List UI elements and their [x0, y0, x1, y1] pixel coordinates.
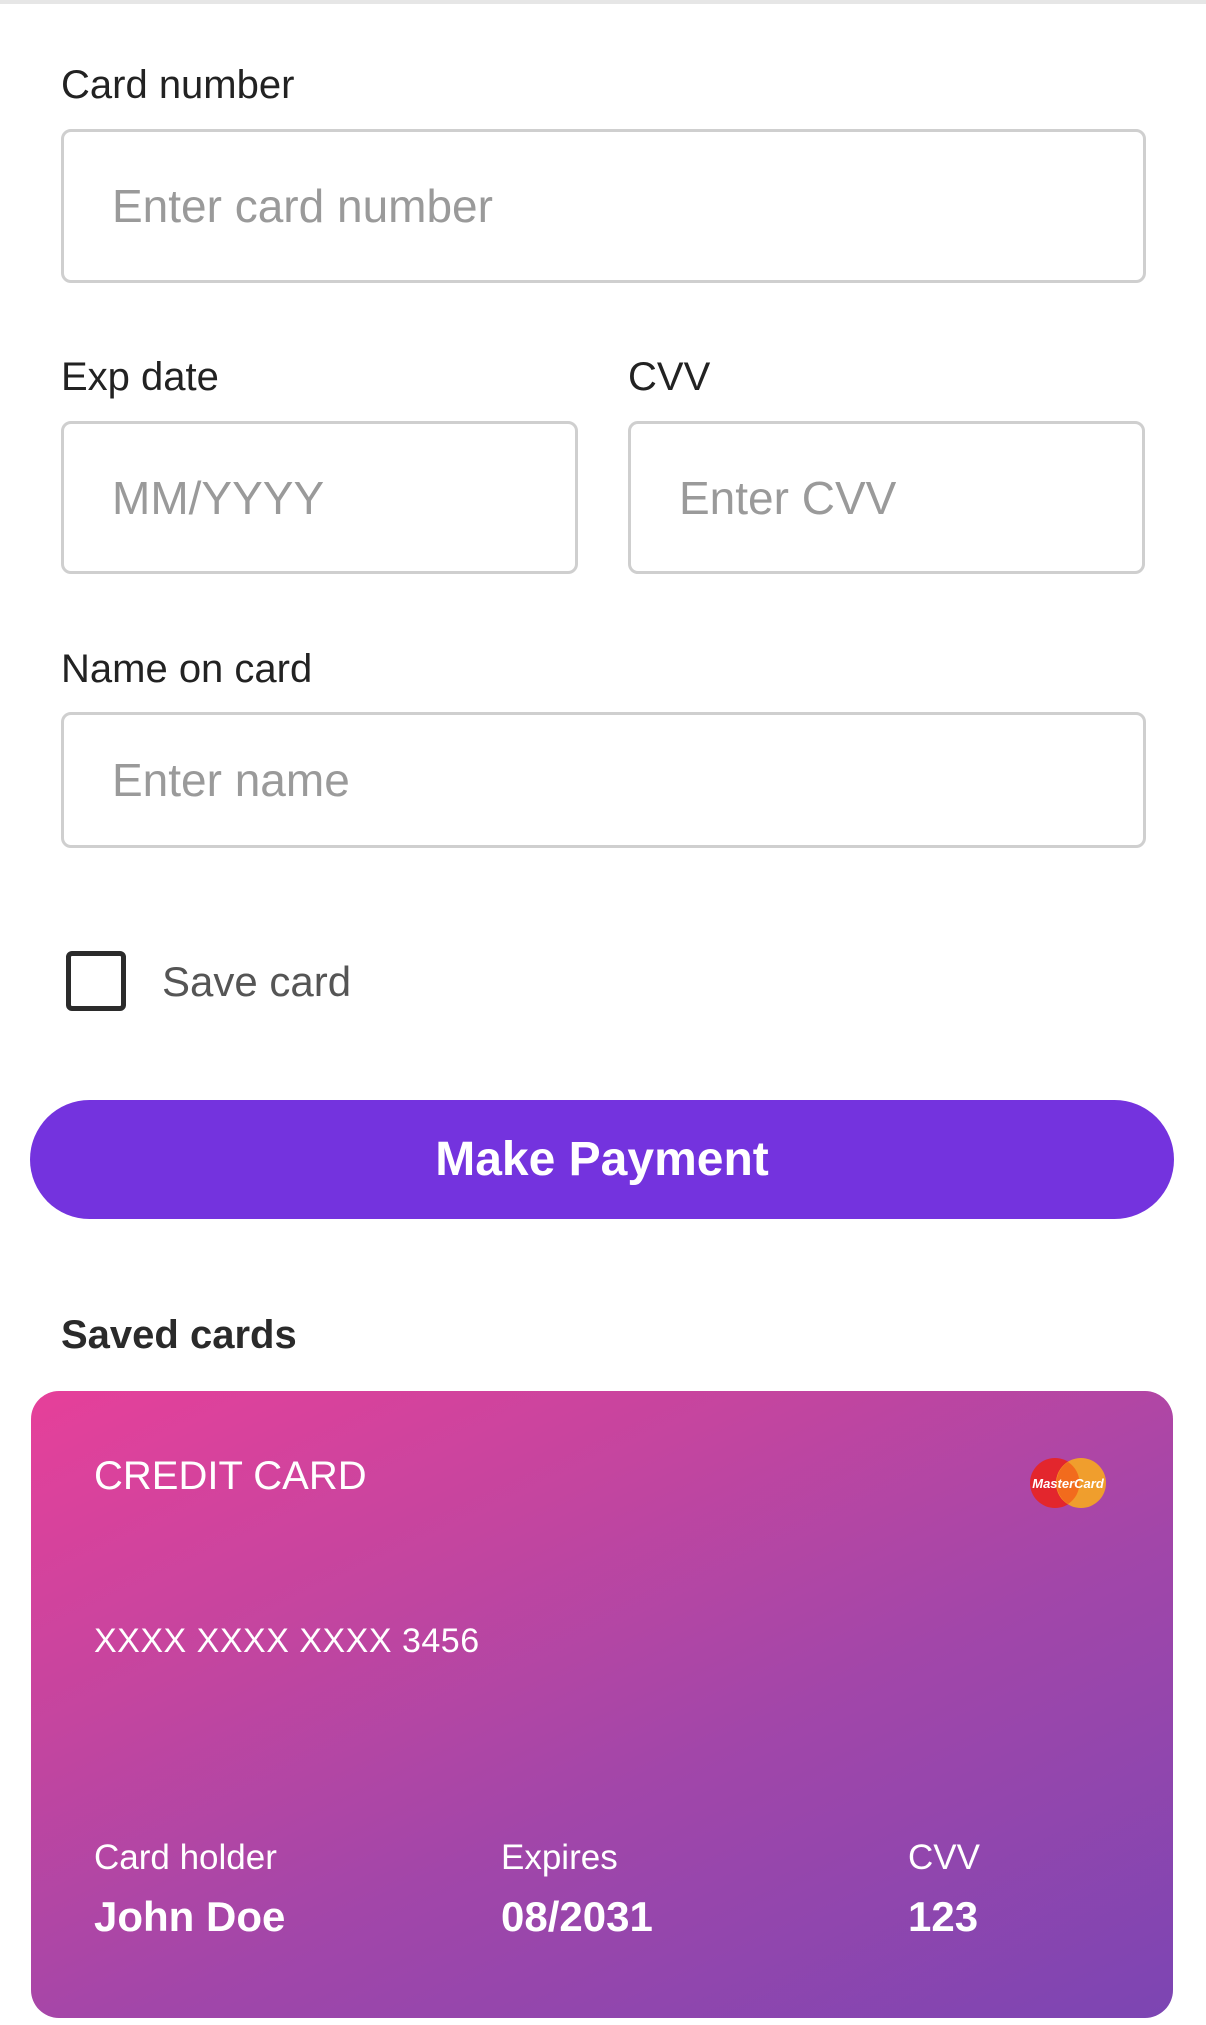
exp-date-input[interactable]	[61, 421, 578, 574]
mastercard-logo-icon: MasterCard	[1030, 1458, 1106, 1508]
saved-cards-title: Saved cards	[61, 1313, 297, 1357]
card-cvv-label: CVV	[908, 1838, 980, 1877]
save-card-checkbox[interactable]	[66, 951, 126, 1011]
card-type-label: CREDIT CARD	[94, 1454, 367, 1498]
cvv-label: CVV	[628, 355, 711, 399]
payment-screen: Card number Exp date CVV Name on card Sa…	[0, 0, 1206, 2025]
exp-date-label: Exp date	[61, 355, 219, 399]
card-cvv-value: 123	[908, 1893, 979, 1940]
card-expires-value: 08/2031	[501, 1893, 653, 1940]
card-holder-label: Card holder	[94, 1838, 277, 1877]
make-payment-button[interactable]: Make Payment	[30, 1100, 1174, 1219]
card-number-label: Card number	[61, 63, 295, 107]
cvv-input[interactable]	[628, 421, 1145, 574]
card-holder-value: John Doe	[94, 1893, 286, 1940]
card-number-input[interactable]	[61, 129, 1146, 283]
saved-card[interactable]: CREDIT CARD MasterCard XXXX XXXX XXXX 34…	[31, 1391, 1173, 2018]
card-number-masked: XXXX XXXX XXXX 3456	[94, 1622, 480, 1660]
save-card-label[interactable]: Save card	[162, 961, 351, 1003]
mastercard-logo-text: MasterCard	[1032, 1476, 1105, 1491]
top-divider	[0, 0, 1206, 4]
name-on-card-input[interactable]	[61, 712, 1146, 848]
card-expires-label: Expires	[501, 1838, 618, 1877]
name-on-card-label: Name on card	[61, 647, 313, 691]
